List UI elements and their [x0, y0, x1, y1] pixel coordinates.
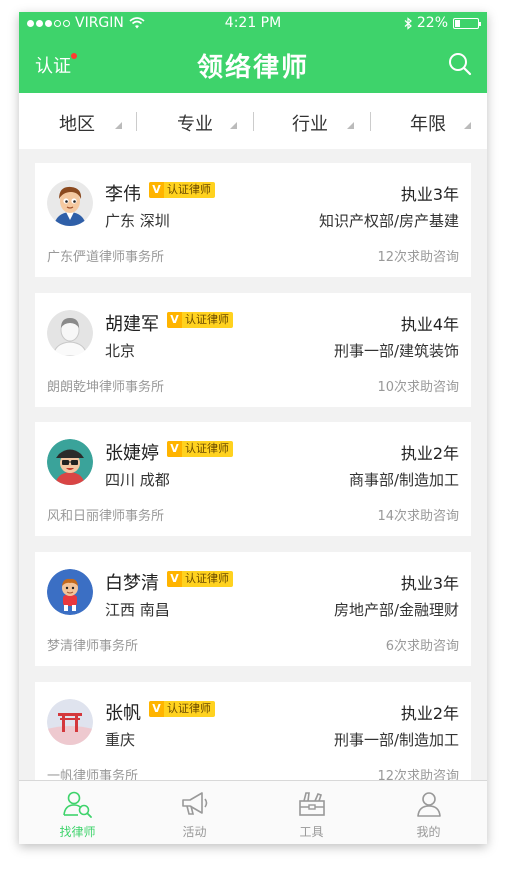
v-badge-icon: V [149, 182, 164, 198]
filter-industry-label: 行业 [292, 114, 328, 135]
bottom-tab-bar: 找律师 活动 工具 我的 [19, 780, 487, 844]
v-badge-icon: V [167, 312, 182, 328]
filter-specialty[interactable]: 专业 [177, 110, 237, 136]
battery-percent: 22% [416, 15, 448, 31]
tab-mine-label: 我的 [416, 825, 441, 839]
tab-tools-label: 工具 [299, 825, 324, 839]
lawyer-experience: 执业2年 [400, 704, 459, 723]
lawyer-specialty: 刑事一部/制造加工 [333, 731, 459, 749]
search-button[interactable] [448, 52, 472, 80]
tab-mine[interactable]: 我的 [370, 781, 487, 844]
cartoon-man-avatar-icon [47, 180, 93, 226]
search-icon [449, 53, 472, 76]
tab-tools[interactable]: 工具 [253, 781, 370, 844]
filter-industry[interactable]: 行业 [292, 110, 354, 136]
dropdown-triangle-icon [230, 122, 237, 129]
v-badge-icon: V [167, 441, 182, 457]
lawyer-firm: 广东俨道律师事务所 [47, 250, 165, 265]
certified-badge: V 认证律师 [149, 701, 215, 717]
certified-badge: V 认证律师 [167, 441, 233, 457]
lawyer-card[interactable]: 白梦清 V 认证律师 江西 南昌 执业3年 房地产部/金融理财 梦清律师事务所 6… [35, 552, 471, 666]
toolbox-icon [299, 792, 325, 816]
certified-badge: V 认证律师 [167, 312, 233, 328]
filter-divider [136, 112, 137, 131]
lawyer-experience: 执业3年 [400, 185, 459, 204]
certified-badge-text: 认证律师 [185, 313, 229, 326]
boy-blue-avatar-icon [47, 569, 93, 615]
v-badge-icon: V [149, 701, 164, 717]
filter-divider [370, 112, 371, 131]
lawyer-specialty: 房地产部/金融理财 [333, 601, 459, 619]
consult-count: 10次求助咨询 [377, 380, 459, 395]
filter-years[interactable]: 年限 [410, 110, 471, 136]
filter-bar: 地区 专业 行业 年限 [19, 93, 487, 149]
lawyer-location: 重庆 [105, 731, 136, 749]
consult-count: 6次求助咨询 [385, 639, 459, 654]
filter-divider [253, 112, 254, 131]
find-lawyer-icon [63, 791, 92, 818]
certified-badge: V 认证律师 [167, 571, 233, 587]
nav-bar: 认证 领络律师 [19, 42, 487, 86]
battery-icon [453, 17, 481, 29]
torii-gate-avatar-icon [47, 699, 93, 745]
lawyer-location: 四川 成都 [105, 471, 170, 489]
lawyer-location: 广东 深圳 [105, 212, 170, 230]
lawyer-card[interactable]: 李伟 V 认证律师 广东 深圳 执业3年 知识产权部/房产基建 广东俨道律师事务所… [35, 163, 471, 277]
dropdown-triangle-icon [464, 122, 471, 129]
page-title: 领络律师 [196, 53, 309, 83]
lawyer-experience: 执业4年 [400, 315, 459, 334]
v-badge-icon: V [167, 571, 182, 587]
lawyer-location: 北京 [105, 342, 136, 360]
phone-screen: VIRGIN 4:21 PM 22% 认证 领络律师 地区 专业 行业 年限 李… [19, 12, 487, 844]
lawyer-name: 李伟 [105, 184, 141, 205]
top-bar: VIRGIN 4:21 PM 22% 认证 领络律师 [19, 12, 487, 93]
tab-activity[interactable]: 活动 [136, 781, 253, 844]
dropdown-triangle-icon [115, 122, 122, 129]
lawyer-firm: 风和日丽律师事务所 [47, 509, 165, 524]
lawyer-experience: 执业2年 [400, 444, 459, 463]
lawyer-firm: 朗朗乾坤律师事务所 [47, 380, 165, 395]
certified-badge-text: 认证律师 [185, 572, 229, 585]
dropdown-triangle-icon [347, 122, 354, 129]
certified-badge: V 认证律师 [149, 182, 215, 198]
filter-region-label: 地区 [59, 114, 95, 135]
status-right: 22% [404, 15, 481, 31]
certified-badge-text: 认证律师 [185, 442, 229, 455]
consult-count: 12次求助咨询 [377, 250, 459, 265]
lawyer-specialty: 知识产权部/房产基建 [318, 212, 459, 230]
user-icon [417, 792, 441, 817]
lawyer-name: 白梦清 [105, 573, 159, 594]
filter-specialty-label: 专业 [177, 114, 213, 135]
tab-activity-label: 活动 [182, 825, 207, 839]
hat-glasses-avatar-icon [47, 439, 93, 485]
lawyer-location: 江西 南昌 [105, 601, 170, 619]
lawyer-name: 胡建军 [105, 314, 159, 335]
filter-years-label: 年限 [410, 114, 446, 135]
consult-count: 14次求助咨询 [377, 509, 459, 524]
certified-badge-text: 认证律师 [167, 702, 211, 715]
lawyer-card[interactable]: 张帆 V 认证律师 重庆 执业2年 刑事一部/制造加工 一帆律师事务所 12次求助… [35, 682, 471, 796]
lawyer-name: 张婕婷 [105, 443, 159, 464]
lawyer-specialty: 刑事一部/建筑装饰 [333, 342, 459, 360]
default-person-avatar-icon [47, 310, 93, 356]
tab-find-lawyer[interactable]: 找律师 [19, 781, 136, 844]
lawyer-specialty: 商事部/制造加工 [348, 471, 459, 489]
lawyer-firm: 梦清律师事务所 [47, 639, 139, 654]
bluetooth-icon [404, 16, 412, 30]
filter-region[interactable]: 地区 [59, 110, 122, 136]
lawyer-card[interactable]: 胡建军 V 认证律师 北京 执业4年 刑事一部/建筑装饰 朗朗乾坤律师事务所 10… [35, 293, 471, 407]
lawyer-card[interactable]: 张婕婷 V 认证律师 四川 成都 执业2年 商事部/制造加工 风和日丽律师事务所 … [35, 422, 471, 536]
certified-badge-text: 认证律师 [167, 183, 211, 196]
status-bar: VIRGIN 4:21 PM 22% [19, 12, 487, 36]
lawyer-experience: 执业3年 [400, 574, 459, 593]
lawyer-name: 张帆 [105, 703, 141, 724]
tab-find-lawyer-label: 找律师 [59, 825, 96, 839]
megaphone-icon [182, 792, 208, 815]
